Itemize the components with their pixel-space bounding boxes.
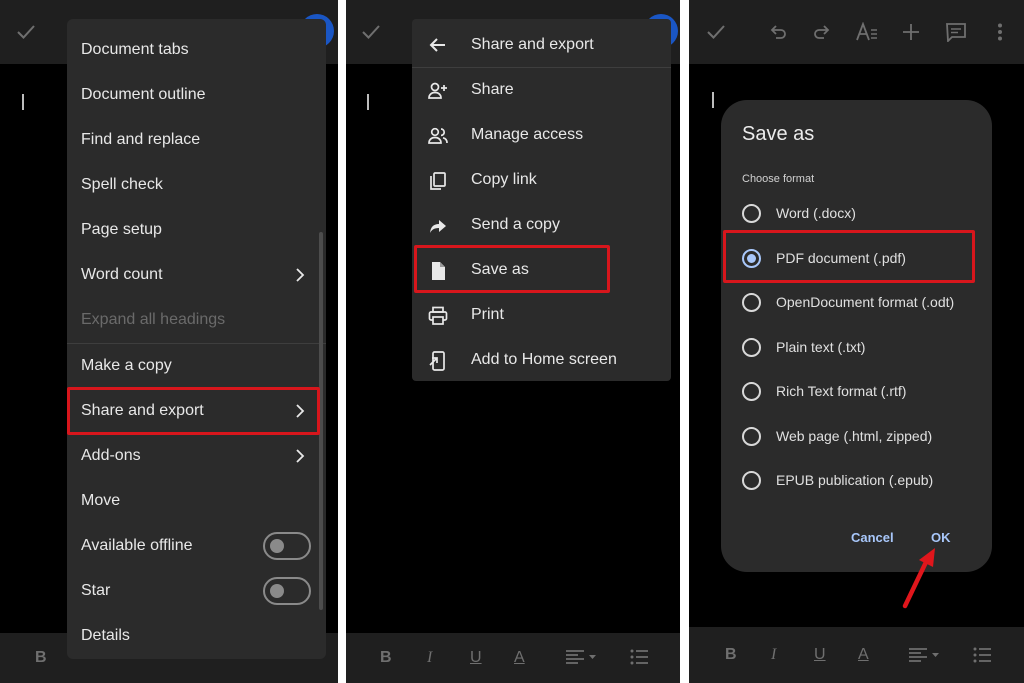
- menu-item-save-as[interactable]: Save as: [471, 260, 529, 280]
- radio-odt[interactable]: [742, 293, 761, 312]
- menu-item-manage-access[interactable]: Manage access: [471, 125, 583, 145]
- bulleted-list-icon[interactable]: [630, 649, 648, 665]
- menu-item-page-setup[interactable]: Page setup: [81, 220, 162, 240]
- menu-item-document-outline[interactable]: Document outline: [81, 85, 206, 105]
- copy-icon: [428, 171, 448, 191]
- menu-item-make-a-copy[interactable]: Make a copy: [81, 356, 172, 376]
- option-label-epub[interactable]: EPUB publication (.epub): [776, 471, 933, 489]
- back-arrow-icon[interactable]: [428, 35, 448, 55]
- redo-icon[interactable]: [813, 23, 831, 41]
- text-color-button[interactable]: A: [514, 649, 525, 667]
- check-icon[interactable]: [707, 24, 725, 40]
- star-toggle[interactable]: [263, 577, 311, 605]
- menu-item-share[interactable]: Share: [471, 80, 514, 100]
- share-export-submenu: Share and export Share Manage access Cop…: [412, 19, 671, 381]
- align-dropdown-icon[interactable]: [565, 649, 597, 665]
- overflow-menu: Document tabs Document outline Find and …: [67, 19, 326, 659]
- menu-divider: [67, 343, 326, 344]
- red-arrow-annotation: [899, 544, 941, 610]
- undo-icon[interactable]: [769, 23, 787, 41]
- underline-button[interactable]: U: [470, 649, 482, 667]
- menu-item-expand-all-headings: Expand all headings: [81, 311, 226, 328]
- option-label-txt[interactable]: Plain text (.txt): [776, 338, 865, 356]
- format-toolbar: B I U A: [689, 627, 1024, 683]
- text-format-icon[interactable]: [856, 22, 878, 42]
- person-add-icon: [428, 81, 448, 101]
- forward-arrow-icon: [428, 216, 448, 236]
- radio-pdf[interactable]: [742, 249, 761, 268]
- bulleted-list-icon[interactable]: [973, 647, 991, 663]
- text-color-button[interactable]: A: [858, 646, 869, 664]
- submenu-header: Share and export: [471, 36, 594, 53]
- italic-button[interactable]: I: [771, 646, 776, 664]
- plus-icon[interactable]: [902, 23, 920, 41]
- bold-button[interactable]: B: [380, 649, 392, 667]
- panel-share-export-menu: B I U A Share and export Share Manage ac…: [346, 0, 680, 683]
- text-cursor: [367, 94, 369, 110]
- radio-txt[interactable]: [742, 338, 761, 357]
- panel-document-menu: B Document tabs Document outline Find an…: [0, 0, 338, 683]
- option-label-word[interactable]: Word (.docx): [776, 204, 856, 222]
- chevron-right-icon: [295, 449, 305, 463]
- format-toolbar: B I U A: [346, 633, 680, 683]
- option-label-html[interactable]: Web page (.html, zipped): [776, 427, 932, 445]
- menu-scrollbar[interactable]: [319, 232, 323, 610]
- file-icon: [428, 261, 448, 281]
- toggle-knob: [270, 539, 284, 553]
- radio-rtf[interactable]: [742, 382, 761, 401]
- menu-item-add-to-home-screen[interactable]: Add to Home screen: [471, 350, 617, 370]
- add-to-home-icon: [428, 351, 448, 371]
- top-toolbar: [689, 0, 1024, 64]
- align-dropdown-icon[interactable]: [908, 647, 940, 663]
- dialog-title: Save as: [742, 123, 815, 145]
- check-icon[interactable]: [17, 24, 35, 40]
- italic-button[interactable]: I: [427, 649, 432, 667]
- radio-epub[interactable]: [742, 471, 761, 490]
- option-label-odt[interactable]: OpenDocument format (.odt): [776, 293, 954, 311]
- menu-item-available-offline[interactable]: Available offline: [81, 536, 193, 556]
- option-label-pdf[interactable]: PDF document (.pdf): [776, 249, 906, 267]
- chevron-right-icon: [295, 404, 305, 418]
- menu-divider: [412, 67, 671, 68]
- bold-button[interactable]: B: [35, 649, 47, 667]
- menu-item-send-a-copy[interactable]: Send a copy: [471, 215, 560, 235]
- comment-icon[interactable]: [946, 23, 966, 42]
- panel-save-as-dialog: B I U A Save as Choose format Word (.doc…: [689, 0, 1024, 683]
- available-offline-toggle[interactable]: [263, 532, 311, 560]
- cancel-button[interactable]: Cancel: [851, 530, 894, 546]
- radio-html[interactable]: [742, 427, 761, 446]
- dialog-subtitle: Choose format: [742, 173, 815, 185]
- toggle-knob: [270, 584, 284, 598]
- save-as-dialog: Save as Choose format Word (.docx) PDF d…: [721, 100, 992, 572]
- menu-item-details[interactable]: Details: [81, 626, 130, 646]
- chevron-right-icon: [295, 268, 305, 282]
- menu-item-copy-link[interactable]: Copy link: [471, 170, 537, 190]
- more-vertical-icon[interactable]: [997, 23, 1003, 41]
- menu-item-add-ons[interactable]: Add-ons: [81, 446, 141, 466]
- menu-item-find-and-replace[interactable]: Find and replace: [81, 130, 200, 150]
- option-label-rtf[interactable]: Rich Text format (.rtf): [776, 382, 906, 400]
- text-cursor: [22, 94, 24, 110]
- menu-item-move[interactable]: Move: [81, 491, 120, 511]
- underline-button[interactable]: U: [814, 646, 826, 664]
- menu-item-print[interactable]: Print: [471, 305, 504, 325]
- menu-item-word-count[interactable]: Word count: [81, 265, 163, 285]
- check-icon[interactable]: [362, 24, 380, 40]
- people-icon: [428, 126, 448, 146]
- menu-item-document-tabs[interactable]: Document tabs: [81, 40, 189, 60]
- menu-item-spell-check[interactable]: Spell check: [81, 175, 163, 195]
- bold-button[interactable]: B: [725, 646, 737, 664]
- menu-item-share-and-export[interactable]: Share and export: [81, 401, 204, 421]
- text-cursor: [712, 92, 714, 108]
- menu-item-star[interactable]: Star: [81, 581, 110, 601]
- print-icon: [428, 306, 448, 326]
- radio-word[interactable]: [742, 204, 761, 223]
